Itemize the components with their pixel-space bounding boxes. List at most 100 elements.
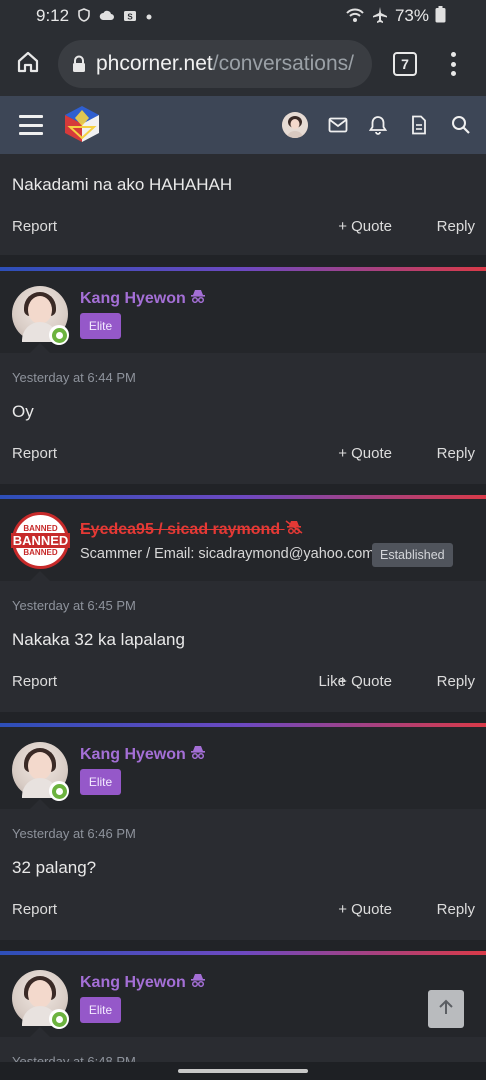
online-status-icon [49, 1009, 69, 1029]
browser-toolbar: phcorner.net/conversations/ 7 [0, 32, 486, 96]
message-actions: Report + Quote Reply [0, 218, 486, 242]
incognito-icon [190, 974, 206, 991]
message-actions: Report + Quote Reply [0, 901, 486, 925]
address-bar[interactable]: phcorner.net/conversations/ [58, 40, 372, 88]
plus-icon: + [338, 673, 352, 690]
message-header: Kang Hyewon Elite [0, 955, 486, 1037]
plus-icon: + [338, 445, 352, 462]
incognito-icon [190, 290, 206, 307]
status-time: 9:12 [36, 6, 70, 25]
notification-dot-icon [145, 9, 153, 24]
message-card: BANNED BANNED BANNED Eyedea95 / sicad ra… [0, 495, 486, 712]
url-path: /conversations/ [212, 52, 355, 75]
quote-link[interactable]: + Quote [338, 673, 392, 690]
search-icon[interactable] [450, 114, 472, 136]
banned-stamp-top: BANNED [23, 524, 58, 533]
banned-stamp-main: BANNED [10, 533, 71, 548]
avatar[interactable] [12, 286, 69, 345]
report-link[interactable]: Report [12, 673, 57, 690]
reply-link[interactable]: Reply [437, 901, 475, 918]
url-host: phcorner.net [96, 52, 213, 75]
message-text: Nakadami na ako HAHAHAH [12, 175, 233, 194]
online-status-icon [49, 781, 69, 801]
conversation-thread: Nakadami na ako HAHAHAH Report + Quote R… [0, 154, 486, 1080]
message-actions: Report Like + Quote Reply [0, 673, 486, 697]
message-card: Nakadami na ako HAHAHAH Report + Quote R… [0, 154, 486, 255]
quote-link[interactable]: + Quote [338, 218, 392, 235]
plus-icon: + [338, 901, 352, 918]
banned-avatar[interactable]: BANNED BANNED BANNED [10, 512, 71, 569]
message-header: Kang Hyewon Elite [0, 271, 486, 353]
message-text: Oy [12, 402, 34, 421]
online-status-icon [49, 325, 69, 345]
message-timestamp[interactable]: Yesterday at 6:45 PM [12, 598, 136, 613]
user-badge: Elite [80, 769, 121, 795]
reply-link[interactable]: Reply [437, 445, 475, 462]
home-button[interactable] [0, 32, 56, 96]
report-link[interactable]: Report [12, 901, 57, 918]
message-timestamp[interactable]: Yesterday at 6:44 PM [12, 370, 136, 385]
avatar[interactable] [12, 742, 69, 801]
plus-icon: + [338, 218, 352, 235]
status-bar: 9:12 S 73% [0, 0, 486, 32]
message-card: Kang Hyewon Elite Yesterday at 6:44 PM O… [0, 267, 486, 484]
wifi-icon [345, 7, 365, 26]
site-logo[interactable] [62, 104, 102, 149]
user-title: Scammer / Email: sicadraymond@yahoo.com [80, 546, 375, 562]
reply-link[interactable]: Reply [437, 673, 475, 690]
quote-label: Quote [351, 901, 392, 918]
account-avatar[interactable] [282, 112, 308, 138]
username[interactable]: Kang Hyewon [80, 745, 206, 764]
mail-icon[interactable] [327, 114, 349, 136]
document-icon[interactable] [408, 114, 430, 136]
message-timestamp[interactable]: Yesterday at 6:46 PM [12, 826, 136, 841]
screen: 9:12 S 73% phcorner.net /conversations/ … [0, 0, 486, 1080]
quote-link[interactable]: + Quote [338, 901, 392, 918]
battery-percent: 73% [394, 6, 429, 25]
shield-notification-icon [77, 7, 91, 25]
message-header: Kang Hyewon Elite [0, 727, 486, 809]
home-icon [16, 50, 40, 79]
gesture-navigation-bar [0, 1062, 486, 1080]
avatar[interactable] [12, 970, 69, 1029]
incognito-icon [285, 520, 303, 538]
header-pointer [30, 571, 50, 581]
banned-stamp-bottom: BANNED [23, 548, 58, 557]
svg-text:S: S [127, 12, 133, 21]
message-text: 32 palang? [12, 858, 97, 877]
bell-icon[interactable] [367, 114, 389, 136]
message-header: BANNED BANNED BANNED Eyedea95 / sicad ra… [0, 499, 486, 581]
message-card: Kang Hyewon Elite Yesterday at 6:48 PM [0, 951, 486, 1080]
user-badge: Elite [80, 997, 121, 1023]
header-pointer [30, 343, 50, 353]
quote-link[interactable]: + Quote [338, 445, 392, 462]
report-link[interactable]: Report [12, 445, 57, 462]
battery-icon [435, 6, 446, 26]
incognito-icon [190, 746, 206, 763]
username[interactable]: Eyedea95 / sicad raymond [80, 520, 303, 539]
quote-label: Quote [351, 218, 392, 235]
lock-icon [72, 55, 86, 73]
tab-switcher-button[interactable]: 7 [393, 52, 417, 76]
arrow-up-icon [438, 998, 454, 1021]
airplane-mode-icon [371, 6, 389, 27]
message-card: Kang Hyewon Elite Yesterday at 6:46 PM 3… [0, 723, 486, 940]
quote-label: Quote [351, 445, 392, 462]
home-gesture-handle[interactable] [178, 1069, 308, 1073]
message-text: Nakaka 32 ka lapalang [12, 630, 185, 649]
scroll-to-top-button[interactable] [428, 990, 464, 1028]
username[interactable]: Kang Hyewon [80, 973, 206, 992]
cloud-notification-icon [99, 9, 115, 24]
report-link[interactable]: Report [12, 218, 57, 235]
hamburger-menu-icon[interactable] [19, 115, 43, 135]
user-badge: Established [372, 543, 453, 567]
username[interactable]: Kang Hyewon [80, 289, 206, 308]
user-badge: Elite [80, 313, 121, 339]
shop-notification-icon: S [123, 8, 137, 25]
header-pointer [30, 1027, 50, 1037]
quote-label: Quote [351, 673, 392, 690]
kebab-menu-icon[interactable] [440, 50, 466, 78]
header-pointer [30, 799, 50, 809]
reply-link[interactable]: Reply [437, 218, 475, 235]
message-actions: Report + Quote Reply [0, 445, 486, 469]
